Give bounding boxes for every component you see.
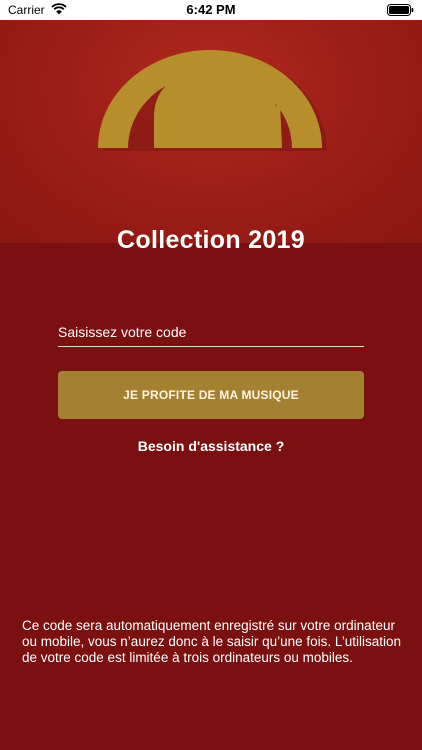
gramophone-logo-icon (98, 50, 327, 151)
play-music-button[interactable]: JE PROFITE DE MA MUSIQUE (58, 371, 364, 419)
page-title: Collection 2019 (117, 226, 305, 254)
code-input[interactable] (58, 318, 364, 347)
footer-note: Ce code sera automatiquement enregistré … (22, 618, 401, 665)
clock: 6:42 PM (186, 2, 236, 17)
hero-banner (0, 20, 422, 243)
help-link[interactable]: Besoin d'assistance ? (0, 438, 422, 454)
status-bar: Carrier 6:42 PM (0, 0, 422, 20)
battery-icon (387, 4, 414, 16)
